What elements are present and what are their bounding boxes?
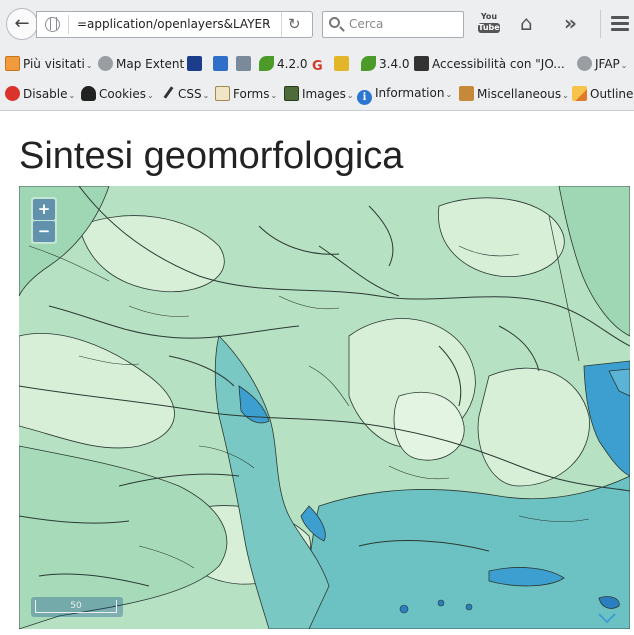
geomorphology-map[interactable] — [19, 186, 630, 629]
globe-icon — [98, 56, 113, 71]
disable-icon — [5, 86, 20, 101]
bookmark-pma[interactable] — [334, 56, 352, 71]
url-bar[interactable]: =application/openlayers&LAYER ⌄ ↻ — [36, 11, 313, 38]
scale-label: 50 — [35, 600, 117, 613]
bookmark-label: 4.2.0 — [277, 57, 308, 71]
back-arrow-icon: ← — [14, 13, 30, 34]
bookmark-jfap[interactable]: JFAP⌄ — [577, 56, 628, 71]
toolbar-cookies[interactable]: Cookies⌄ — [81, 86, 154, 101]
bookmark-phone[interactable] — [236, 56, 254, 71]
toolbar-outline[interactable]: Outline — [572, 86, 633, 101]
map-zone-teal — [298, 475, 630, 629]
outline-icon — [572, 86, 587, 101]
css-icon — [162, 86, 175, 101]
map-pond — [437, 599, 445, 607]
bookmark-icon — [414, 56, 429, 71]
toolbar-css[interactable]: CSS⌄ — [162, 86, 209, 101]
web-developer-toolbar: Disable⌄ Cookies⌄ CSS⌄ Forms⌄ Images⌄ iI… — [0, 82, 634, 108]
navigation-bar: ← =application/openlayers&LAYER ⌄ ↻ Cerc… — [0, 0, 634, 48]
bookmark-google[interactable]: G — [312, 56, 327, 74]
youtube-you-text: You — [480, 12, 498, 21]
toolbar-label: Disable — [23, 87, 68, 101]
bookmark-leaflet-340[interactable]: 3.4.0 — [361, 56, 410, 71]
url-separator — [68, 15, 69, 34]
toolbar-information[interactable]: i Information⌄ — [357, 86, 452, 105]
url-text[interactable]: =application/openlayers&LAYER — [77, 17, 270, 31]
toolbar-label: Outline — [590, 87, 634, 101]
back-button[interactable]: ← — [6, 8, 38, 40]
bookmark-label: 3.4.0 — [379, 57, 410, 71]
bookmark-info[interactable] — [213, 56, 231, 71]
search-input[interactable]: Cerca — [322, 11, 464, 38]
youtube-icon[interactable]: You Tube — [478, 12, 500, 36]
bookmark-accessibilita[interactable]: Accessibilità con "JO... — [414, 56, 565, 71]
bookmark-piu-visitati[interactable]: Più visitati⌄ — [5, 56, 93, 71]
hamburger-menu-icon[interactable] — [611, 16, 629, 32]
zoom-in-button[interactable]: + — [33, 199, 55, 220]
toolbar-disable[interactable]: Disable⌄ — [5, 86, 75, 101]
toolbar-label: Information — [375, 86, 445, 100]
toolbar-miscellaneous[interactable]: Miscellaneous⌄ — [459, 86, 569, 101]
toolbar-separator — [600, 10, 601, 38]
pma-icon — [334, 56, 349, 71]
site-identity-icon[interactable] — [45, 17, 60, 32]
map-pond — [465, 603, 473, 611]
toolbar-label: Miscellaneous — [477, 87, 562, 101]
rai-icon — [187, 56, 202, 71]
toolbar-label: Forms — [233, 87, 270, 101]
cookies-icon — [81, 86, 96, 101]
bookmark-leaflet-420[interactable]: 4.2.0 — [259, 56, 308, 71]
info-square-icon — [213, 56, 228, 71]
bookmarks-bar: Più visitati⌄ Map Extent 4.2.0 G 3.4.0 A… — [0, 52, 634, 78]
google-icon: G — [312, 59, 323, 74]
toolbar-forms[interactable]: Forms⌄ — [215, 86, 277, 101]
toolbar-label: Cookies — [99, 87, 146, 101]
bookmark-label: Accessibilità con "JO... — [432, 57, 565, 71]
map-viewport[interactable]: + − 50 — [19, 186, 630, 629]
page-content: Sintesi geomorfologica + − 50 — [0, 110, 634, 635]
url-separator-right — [281, 12, 282, 37]
overflow-chevron-icon[interactable]: » — [564, 11, 577, 35]
images-icon — [284, 86, 299, 101]
toolbar-label: CSS — [178, 87, 202, 101]
search-placeholder: Cerca — [349, 17, 384, 31]
bookmark-map-extent[interactable]: Map Extent — [98, 56, 184, 71]
bookmark-label: Map Extent — [116, 57, 185, 71]
reload-icon[interactable]: ↻ — [288, 15, 301, 33]
scale-line: 50 — [31, 597, 123, 617]
phone-icon — [236, 56, 251, 71]
map-pond — [399, 604, 409, 614]
page-title: Sintesi geomorfologica — [19, 135, 404, 177]
leaf-icon — [259, 56, 274, 71]
home-icon[interactable]: ⌂ — [520, 11, 533, 35]
bookmark-rai[interactable] — [187, 56, 205, 71]
zoom-control: + − — [31, 197, 57, 244]
zoom-out-button[interactable]: − — [33, 221, 55, 242]
leaf-icon — [361, 56, 376, 71]
bookmark-label: JFAP — [595, 57, 620, 71]
miscellaneous-icon — [459, 86, 474, 101]
url-dropdown-icon[interactable]: ⌄ — [263, 17, 271, 28]
forms-icon — [215, 86, 230, 101]
youtube-tube-text: Tube — [478, 23, 500, 33]
globe-icon — [577, 56, 592, 71]
information-icon: i — [357, 90, 372, 105]
toolbar-images[interactable]: Images⌄ — [284, 86, 354, 101]
browser-chrome: ← =application/openlayers&LAYER ⌄ ↻ Cerc… — [0, 0, 634, 110]
bookmark-label: Più visitati — [23, 57, 85, 71]
search-icon — [329, 17, 340, 28]
toolbar-label: Images — [302, 87, 346, 101]
calendar-icon — [5, 56, 20, 71]
